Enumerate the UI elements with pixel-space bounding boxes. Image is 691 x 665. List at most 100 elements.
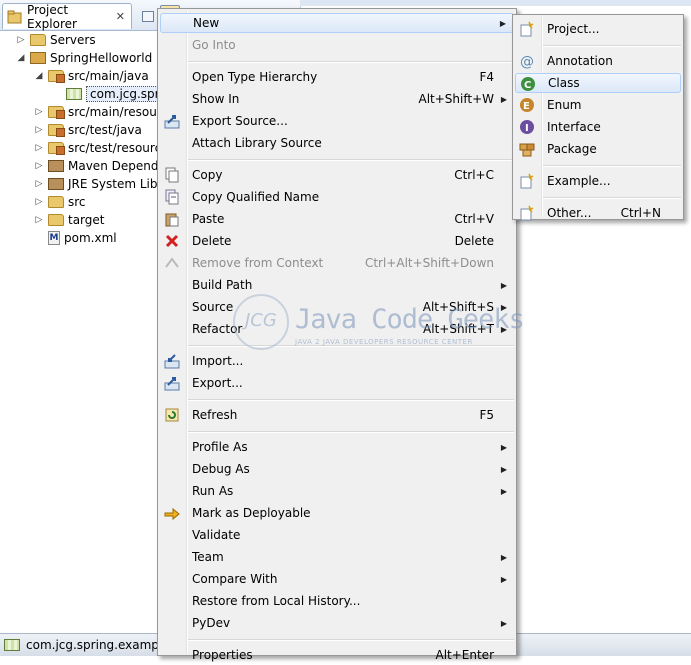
expand-twisty-icon[interactable]: ▷ <box>34 197 44 207</box>
tab-project-explorer[interactable]: Project Explorer ✕ <box>2 2 132 31</box>
menu-item-profile-as[interactable]: Profile As ▶ <box>160 437 514 457</box>
menu-item-label: Interface <box>547 120 601 134</box>
submenu-arrow-icon: ▶ <box>499 18 506 28</box>
watermark-subtitle: JAVA 2 JAVA DEVELOPERS RESOURCE CENTER <box>295 338 473 346</box>
tree-item[interactable]: ▷ src <box>34 193 86 211</box>
menu-item-export[interactable]: Export... <box>160 373 514 393</box>
expand-twisty-icon[interactable]: ▷ <box>34 215 44 225</box>
new-item-annotation[interactable]: @ Annotation <box>515 51 681 71</box>
tree-item[interactable]: ▷ src/test/resources <box>34 139 175 157</box>
export-icon <box>164 375 180 391</box>
jcg-logo-icon: JCG <box>233 294 289 350</box>
menu-item-refresh[interactable]: Refresh F5 <box>160 405 514 425</box>
menu-item-paste[interactable]: Paste Ctrl+V <box>160 209 514 229</box>
package-icon <box>519 141 535 157</box>
submenu-arrow-icon: ▶ <box>500 552 507 562</box>
expand-twisty-icon[interactable]: ▷ <box>34 143 44 153</box>
menu-item-delete[interactable]: Delete Delete <box>160 231 514 251</box>
menu-item-label: Go Into <box>192 38 236 52</box>
source-folder-icon <box>48 124 65 137</box>
library-icon <box>48 178 64 190</box>
pom-file-icon: M <box>48 231 60 245</box>
menu-item-label: Compare With <box>192 572 278 586</box>
menu-item-label: Annotation <box>547 54 613 68</box>
source-folder-icon <box>48 70 65 83</box>
menu-item-label: Open Type Hierarchy <box>192 70 318 84</box>
new-item-other[interactable]: Other... Ctrl+N <box>515 203 681 223</box>
svg-text:C: C <box>524 80 531 91</box>
menu-item-accelerator: Alt+Shift+W <box>418 92 495 106</box>
new-item-example[interactable]: Example... <box>515 171 681 191</box>
expand-twisty-icon[interactable]: ▷ <box>34 179 44 189</box>
expand-twisty-icon[interactable]: ◢ <box>16 53 26 63</box>
collapse-all-icon[interactable] <box>142 11 154 22</box>
submenu-arrow-icon: ▶ <box>500 464 507 474</box>
other-wizard-icon <box>519 205 535 221</box>
paste-icon <box>164 211 180 227</box>
example-icon <box>519 173 535 189</box>
menu-item-validate[interactable]: Validate <box>160 525 514 545</box>
close-icon[interactable]: ✕ <box>116 10 125 23</box>
menu-item-label: Project... <box>547 22 600 36</box>
tree-item[interactable]: ▷ target <box>34 211 105 229</box>
menu-item-attach-library-source[interactable]: Attach Library Source <box>160 133 514 153</box>
menu-separator <box>188 399 514 401</box>
menu-item-open-type-hierarchy[interactable]: Open Type Hierarchy F4 <box>160 67 514 87</box>
source-folder-icon <box>48 106 65 119</box>
new-submenu: Project... @ Annotation C Class E Enum I Interfa… <box>512 14 684 223</box>
new-item-package[interactable]: Package <box>515 139 681 159</box>
menu-item-accelerator: F5 <box>479 408 494 422</box>
submenu-arrow-icon: ▶ <box>500 94 507 104</box>
refresh-icon <box>164 407 180 423</box>
tree-item[interactable]: ◢ SpringHelloworld <box>16 49 153 67</box>
editor-area-top <box>300 0 691 6</box>
tree-item[interactable]: Mpom.xml <box>34 229 117 247</box>
menu-item-run-as[interactable]: Run As ▶ <box>160 481 514 501</box>
new-item-enum[interactable]: E Enum <box>515 95 681 115</box>
submenu-arrow-icon: ▶ <box>500 442 507 452</box>
menu-item-label: Export... <box>192 376 243 390</box>
menu-separator <box>543 197 681 199</box>
expand-twisty-icon[interactable]: ▷ <box>34 161 44 171</box>
tree-item-label: src/main/java <box>68 69 149 83</box>
menu-item-show-in[interactable]: Show In Alt+Shift+W ▶ <box>160 89 514 109</box>
menu-item-label: Attach Library Source <box>192 136 322 150</box>
menu-item-label: New <box>193 16 220 30</box>
menu-item-label: Profile As <box>192 440 248 454</box>
menu-item-accelerator: Ctrl+C <box>454 168 494 182</box>
expand-twisty-icon[interactable]: ▷ <box>34 125 44 135</box>
new-item-class[interactable]: C Class <box>515 73 681 93</box>
menu-item-label: Enum <box>547 98 582 112</box>
menu-item-team[interactable]: Team ▶ <box>160 547 514 567</box>
new-item-project[interactable]: Project... <box>515 19 681 39</box>
copy-icon <box>164 167 180 183</box>
tree-item[interactable]: ▷ Servers <box>16 31 96 49</box>
menu-item-pydev[interactable]: PyDev ▶ <box>160 613 514 633</box>
menu-item-debug-as[interactable]: Debug As ▶ <box>160 459 514 479</box>
menu-item-label: Restore from Local History... <box>192 594 361 608</box>
menu-item-copy-qualified-name[interactable]: Copy Qualified Name <box>160 187 514 207</box>
menu-item-properties[interactable]: Properties Alt+Enter <box>160 645 514 665</box>
svg-text:E: E <box>523 101 530 112</box>
menu-item-new[interactable]: New ▶ <box>160 13 514 33</box>
menu-item-label: Properties <box>192 648 253 662</box>
menu-item-mark-as-deployable[interactable]: Mark as Deployable <box>160 503 514 523</box>
menu-item-label: Copy <box>192 168 223 182</box>
tree-item[interactable]: ▷ src/test/java <box>34 121 142 139</box>
tree-item-label: SpringHelloworld <box>50 51 153 65</box>
expand-twisty-icon[interactable]: ▷ <box>16 35 26 45</box>
menu-item-compare-with[interactable]: Compare With ▶ <box>160 569 514 589</box>
expand-twisty-icon[interactable]: ◢ <box>34 71 44 81</box>
tree-item[interactable]: ◢ src/main/java <box>34 67 149 85</box>
menu-item-export-source[interactable]: Export Source... <box>160 111 514 131</box>
menu-item-restore-from-local-history[interactable]: Restore from Local History... <box>160 591 514 611</box>
source-folder-icon <box>48 142 65 155</box>
tab-label: Project Explorer <box>27 2 77 31</box>
menu-item-copy[interactable]: Copy Ctrl+C <box>160 165 514 185</box>
submenu-arrow-icon: ▶ <box>500 574 507 584</box>
submenu-arrow-icon: ▶ <box>500 486 507 496</box>
new-item-interface[interactable]: I Interface <box>515 117 681 137</box>
menu-separator <box>188 159 514 161</box>
interface-icon: I <box>519 119 535 135</box>
expand-twisty-icon[interactable]: ▷ <box>34 107 44 117</box>
